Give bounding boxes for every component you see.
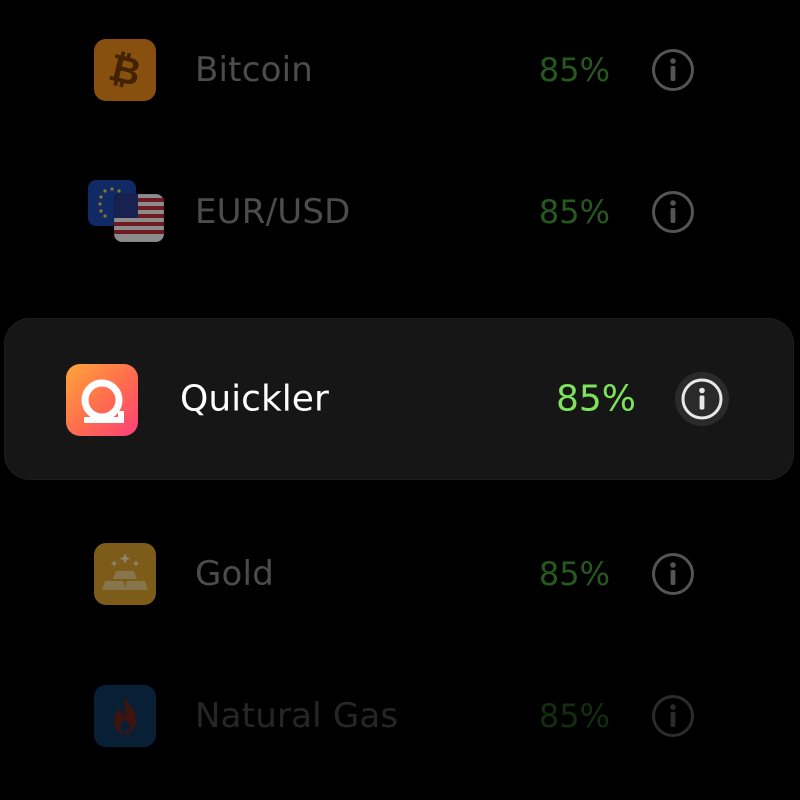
gold-bars-icon [94, 543, 156, 605]
asset-row-quickler-selected[interactable]: Quickler 85% [4, 318, 794, 480]
info-icon[interactable] [651, 552, 695, 596]
asset-selector: ₿ Bitcoin 85% EUR/USD 85% Quickler 85% G… [0, 0, 800, 800]
asset-payout: 85% [556, 378, 637, 420]
asset-payout: 85% [538, 193, 610, 231]
info-icon[interactable] [651, 694, 695, 738]
info-icon[interactable] [651, 190, 695, 234]
eur-usd-flags-icon [86, 178, 166, 246]
info-icon[interactable] [651, 48, 695, 92]
asset-name: Natural Gas [195, 696, 399, 736]
asset-payout: 85% [538, 555, 610, 593]
flame-icon [94, 685, 156, 747]
info-icon[interactable] [674, 371, 730, 427]
asset-name: Gold [195, 554, 274, 594]
asset-name: Bitcoin [195, 50, 313, 90]
asset-name: EUR/USD [195, 192, 351, 232]
bitcoin-icon: ₿ [94, 39, 156, 101]
asset-row-gold[interactable]: Gold 85% [0, 524, 800, 624]
asset-payout: 85% [538, 51, 610, 89]
asset-row-bitcoin[interactable]: ₿ Bitcoin 85% [0, 20, 800, 120]
quickler-logo-icon [66, 364, 138, 436]
asset-row-eur-usd[interactable]: EUR/USD 85% [0, 162, 800, 262]
asset-name: Quickler [180, 378, 329, 420]
asset-row-natural-gas[interactable]: Natural Gas 85% [0, 666, 800, 766]
asset-payout: 85% [538, 697, 610, 735]
